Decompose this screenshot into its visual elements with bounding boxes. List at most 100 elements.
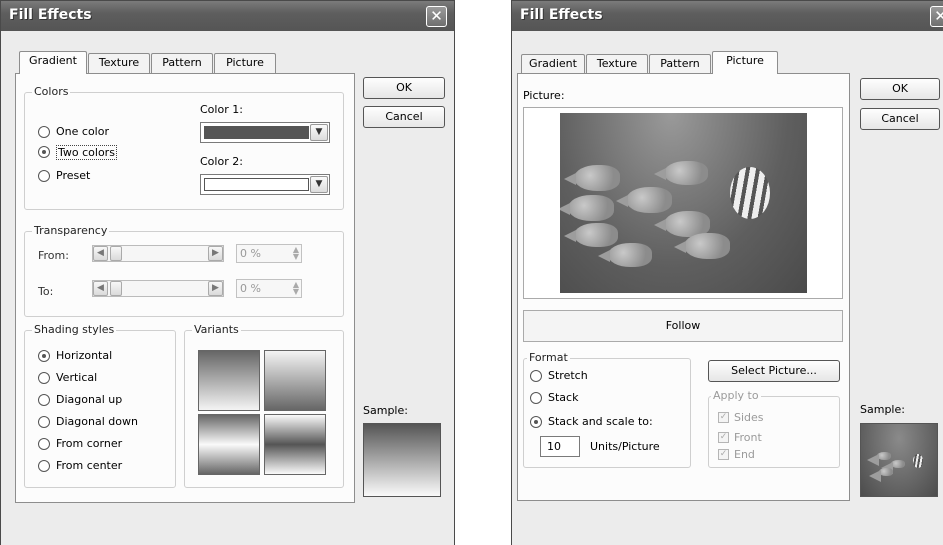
radio-stretch[interactable]	[530, 370, 542, 382]
radio-from-center[interactable]	[38, 460, 50, 472]
variant-3[interactable]	[198, 414, 260, 475]
cancel-button[interactable]: Cancel	[363, 106, 445, 128]
scroll-right-icon[interactable]: ▶	[208, 281, 223, 296]
slider-thumb[interactable]	[110, 246, 122, 261]
butterfly-fish	[730, 167, 770, 219]
color2-swatch	[204, 178, 309, 191]
dialog-title: Fill Effects	[520, 7, 603, 23]
transparency-group-label: Transparency	[32, 224, 110, 237]
fish-shape	[564, 165, 620, 191]
radio-from-corner-label[interactable]: From corner	[56, 437, 122, 450]
variant-2[interactable]	[264, 350, 326, 411]
sample-preview	[363, 423, 441, 497]
radio-stack[interactable]	[530, 392, 542, 404]
sample-preview	[860, 423, 938, 497]
scroll-left-icon[interactable]: ◀	[93, 281, 108, 296]
from-value-field[interactable]: 0 % ▲ ▼	[236, 244, 302, 263]
scroll-left-icon[interactable]: ◀	[93, 246, 108, 261]
tab-texture[interactable]: Texture	[88, 53, 150, 73]
chevron-down-icon[interactable]: ▼	[310, 176, 328, 193]
to-value-field[interactable]: 0 % ▲ ▼	[236, 279, 302, 298]
spinner-icon[interactable]: ▲ ▼	[293, 281, 299, 296]
spinner-icon[interactable]: ▲ ▼	[293, 246, 299, 261]
close-button[interactable]: ✕	[930, 6, 943, 27]
fish-shape	[598, 243, 652, 267]
close-button[interactable]: ✕	[426, 6, 447, 27]
fish-shape	[654, 161, 708, 185]
title-bar: Fill Effects ✕	[1, 1, 454, 31]
from-label: From:	[38, 249, 69, 262]
radio-horizontal[interactable]	[38, 350, 50, 362]
from-slider[interactable]: ◀ ▶	[92, 245, 224, 262]
radio-diagonal-down-label[interactable]: Diagonal down	[56, 415, 138, 428]
picture-panel: Picture: Follow Format Stretch Stack Sta…	[517, 73, 850, 501]
colors-group-label: Colors	[32, 85, 71, 98]
color1-dropdown[interactable]: ▼	[200, 122, 330, 143]
radio-preset-label[interactable]: Preset	[56, 169, 90, 182]
radio-stack-and-scale[interactable]	[530, 416, 542, 428]
ok-button[interactable]: OK	[363, 77, 445, 99]
cancel-button[interactable]: Cancel	[860, 108, 940, 130]
color1-swatch	[204, 126, 309, 139]
radio-vertical[interactable]	[38, 372, 50, 384]
variants-group-label: Variants	[192, 323, 241, 336]
apply-to-group-label: Apply to	[711, 389, 761, 402]
checkbox-sides[interactable]: ✓	[718, 412, 729, 423]
tab-pattern[interactable]: Pattern	[151, 53, 213, 73]
radio-stack-and-scale-label[interactable]: Stack and scale to:	[548, 415, 653, 428]
ok-button[interactable]: OK	[860, 78, 940, 100]
fill-effects-dialog-gradient: Fill Effects ✕ Gradient Texture Pattern …	[0, 0, 455, 545]
fish-shape	[560, 195, 614, 221]
variant-1[interactable]	[198, 350, 260, 411]
variant-4[interactable]	[264, 414, 326, 475]
close-icon: ✕	[430, 7, 443, 25]
tab-gradient[interactable]: Gradient	[521, 54, 585, 74]
color2-label: Color 2:	[200, 155, 243, 168]
to-label: To:	[38, 285, 54, 298]
fill-effects-dialog-picture: Fill Effects ✕ Gradient Texture Pattern …	[511, 0, 943, 545]
scroll-right-icon[interactable]: ▶	[208, 246, 223, 261]
color2-dropdown[interactable]: ▼	[200, 174, 330, 195]
checkbox-end[interactable]: ✓	[718, 449, 729, 460]
close-icon: ✕	[934, 7, 943, 25]
tab-gradient[interactable]: Gradient	[19, 51, 87, 74]
checkbox-front[interactable]: ✓	[718, 432, 729, 443]
picture-preview-frame	[523, 107, 843, 299]
select-picture-button[interactable]: Select Picture...	[708, 360, 840, 382]
radio-two-colors-label[interactable]: Two colors	[56, 145, 117, 160]
slider-thumb[interactable]	[110, 281, 122, 296]
fish-shape	[674, 233, 730, 259]
fish-shape	[616, 187, 672, 213]
radio-two-colors[interactable]	[38, 146, 50, 158]
checkbox-sides-label: Sides	[734, 411, 764, 424]
checkbox-end-label: End	[734, 448, 755, 461]
radio-from-center-label[interactable]: From center	[56, 459, 122, 472]
shading-styles-group-label: Shading styles	[32, 323, 117, 336]
radio-one-color[interactable]	[38, 126, 50, 138]
radio-stack-label[interactable]: Stack	[548, 391, 578, 404]
radio-preset[interactable]	[38, 170, 50, 182]
tab-picture[interactable]: Picture	[214, 53, 276, 73]
radio-diagonal-up[interactable]	[38, 394, 50, 406]
to-slider[interactable]: ◀ ▶	[92, 280, 224, 297]
tab-picture[interactable]: Picture	[712, 51, 778, 74]
title-bar: Fill Effects ✕	[512, 1, 943, 31]
fish-shape	[869, 468, 893, 483]
radio-one-color-label[interactable]: One color	[56, 125, 109, 138]
gradient-panel: Colors One color Two colors Preset Color…	[15, 73, 355, 503]
radio-diagonal-up-label[interactable]: Diagonal up	[56, 393, 122, 406]
radio-from-corner[interactable]	[38, 438, 50, 450]
tab-texture[interactable]: Texture	[586, 54, 648, 74]
radio-diagonal-down[interactable]	[38, 416, 50, 428]
radio-vertical-label[interactable]: Vertical	[56, 371, 97, 384]
picture-name-box: Follow	[523, 310, 843, 342]
format-group-label: Format	[527, 351, 570, 364]
radio-stretch-label[interactable]: Stretch	[548, 369, 588, 382]
radio-horizontal-label[interactable]: Horizontal	[56, 349, 112, 362]
fish-shape	[881, 460, 905, 475]
chevron-down-icon[interactable]: ▼	[310, 124, 328, 141]
tab-pattern[interactable]: Pattern	[649, 54, 711, 74]
checkbox-front-label: Front	[734, 431, 762, 444]
units-input[interactable]: 10	[540, 436, 580, 457]
units-label: Units/Picture	[590, 440, 660, 453]
